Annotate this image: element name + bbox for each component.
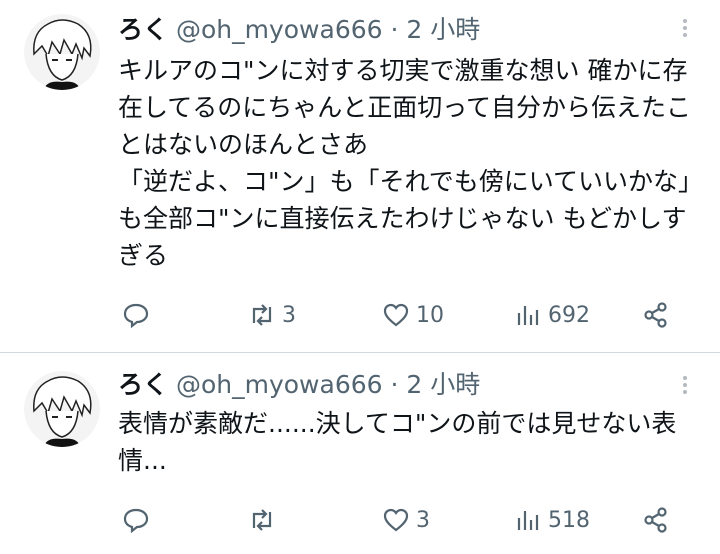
display-name[interactable]: ろく — [118, 15, 168, 44]
more-icon[interactable] — [678, 16, 692, 40]
like-button[interactable]: 10 — [382, 298, 444, 332]
tweet-text: 表情が素敵だ......決してコ"ンの前では見せない表情... — [118, 409, 677, 475]
views-count: 518 — [548, 507, 590, 533]
retweet-button[interactable] — [248, 503, 282, 537]
share-icon — [644, 302, 667, 328]
share-button[interactable] — [642, 503, 670, 537]
reply-button[interactable] — [122, 503, 156, 537]
reply-button[interactable] — [122, 298, 156, 332]
more-icon[interactable] — [678, 373, 692, 397]
views-button[interactable]: 518 — [514, 503, 590, 537]
retweet-icon — [252, 304, 272, 326]
share-icon — [644, 507, 667, 533]
like-count: 3 — [416, 507, 430, 533]
user-handle[interactable]: @oh_myowa666 — [176, 15, 383, 44]
timestamp[interactable]: 2 小時 — [406, 370, 480, 399]
user-handle[interactable]: @oh_myowa666 — [176, 370, 383, 399]
heart-icon — [383, 303, 409, 327]
retweet-icon — [252, 509, 272, 531]
separator: · — [390, 15, 399, 44]
avatar[interactable] — [24, 371, 100, 447]
tweet[interactable]: ろく @oh_myowa666 · 2 小時 キルアのコ"ンに対する切実で激重な… — [0, 0, 720, 352]
tweet-header: ろく @oh_myowa666 · 2 小時 — [118, 14, 480, 46]
views-count: 692 — [548, 302, 590, 328]
timestamp[interactable]: 2 小時 — [406, 15, 480, 44]
separator: · — [390, 370, 399, 399]
retweet-button[interactable]: 3 — [248, 298, 296, 332]
like-button[interactable]: 3 — [382, 503, 430, 537]
share-button[interactable] — [642, 298, 670, 332]
tweet-text: キルアのコ"ンに対する切実で激重な想い 確かに存在してるのにちゃんと正面切って自… — [118, 56, 704, 270]
views-button[interactable]: 692 — [514, 298, 590, 332]
tweet[interactable]: ろく @oh_myowa666 · 2 小時 表情が素敵だ......決してコ"… — [0, 353, 720, 554]
display-name[interactable]: ろく — [118, 370, 168, 399]
heart-icon — [383, 508, 409, 532]
reply-icon — [123, 303, 149, 329]
tweet-header: ろく @oh_myowa666 · 2 小時 — [118, 369, 480, 401]
views-icon — [517, 306, 539, 325]
like-count: 10 — [416, 302, 444, 328]
views-icon — [517, 511, 539, 530]
avatar[interactable] — [24, 14, 100, 90]
tweet-actions: 3 10 692 — [118, 298, 688, 332]
reply-icon — [123, 508, 149, 534]
tweet-actions: 3 518 — [118, 503, 688, 537]
retweet-count: 3 — [282, 302, 296, 328]
